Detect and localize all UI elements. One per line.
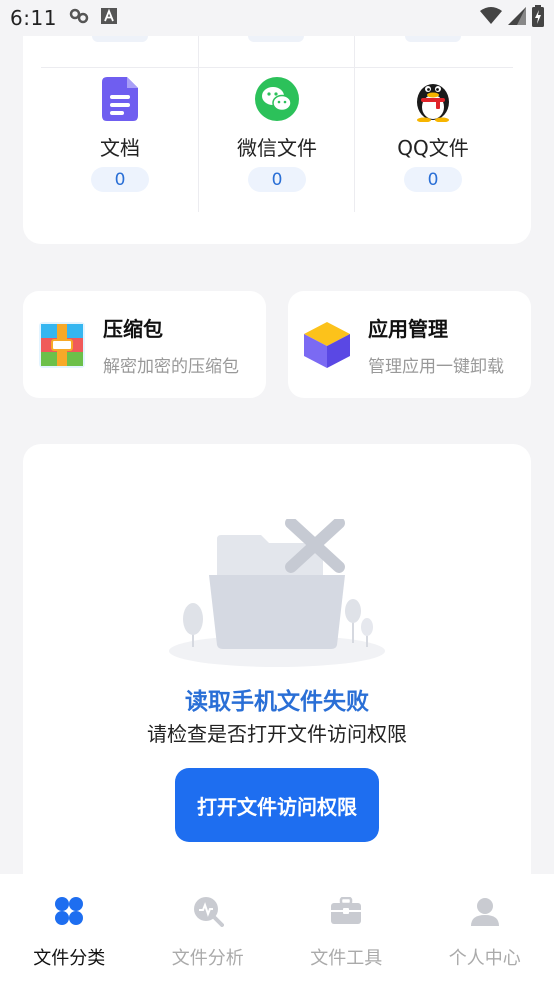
permission-panel: 读取手机文件失败 请检查是否打开文件访问权限 打开文件访问权限 (23, 444, 531, 884)
count-pill-partial (405, 36, 461, 42)
category-label: 微信文件 (237, 136, 317, 160)
category-icon (52, 894, 86, 928)
tab-file-tools[interactable]: 文件工具 (277, 874, 416, 984)
qq-icon (410, 76, 456, 122)
tab-file-analysis[interactable]: 文件分析 (139, 874, 278, 984)
feature-title: 应用管理 (368, 316, 448, 341)
feature-subtitle: 解密加密的压缩包 (103, 356, 239, 377)
wifi-icon (480, 6, 502, 30)
font-status-icon (100, 8, 117, 28)
document-icon (97, 76, 143, 122)
category-wechat-files[interactable]: 微信文件 0 (199, 76, 355, 226)
user-icon (468, 894, 502, 928)
empty-folder-illustration (169, 517, 385, 669)
tab-label: 文件分析 (171, 948, 244, 969)
permission-error-title: 读取手机文件失败 (185, 689, 369, 715)
status-time: 6:11 (10, 6, 57, 30)
archive-icon (37, 320, 87, 370)
tab-file-category[interactable]: 文件分类 (0, 874, 139, 984)
category-label: 文档 (100, 136, 140, 160)
category-documents[interactable]: 文档 0 (42, 76, 198, 226)
divider (41, 67, 513, 68)
tab-profile[interactable]: 个人中心 (416, 874, 554, 984)
analysis-icon (191, 894, 225, 928)
category-count: 0 (91, 167, 149, 192)
category-label: QQ文件 (397, 136, 469, 160)
app-manager-card[interactable]: 应用管理 管理应用一键卸载 (288, 291, 531, 398)
settings-gear-status-icon (69, 8, 89, 28)
file-category-card: 文档 0 微信文件 0 QQ文件 0 (23, 36, 531, 244)
count-pill-partial (92, 36, 148, 42)
bottom-navigation: 文件分类 文件分析 文件工具 个人中心 (0, 874, 554, 984)
open-file-permission-button[interactable]: 打开文件访问权限 (175, 768, 379, 842)
permission-error-subtitle: 请检查是否打开文件访问权限 (147, 722, 407, 746)
cell-signal-icon (508, 6, 526, 30)
wechat-icon (254, 76, 300, 122)
feature-subtitle: 管理应用一键卸载 (368, 356, 504, 377)
battery-charging-icon (532, 4, 544, 32)
status-bar: 6:11 (0, 0, 554, 36)
archive-tool-card[interactable]: 压缩包 解密加密的压缩包 (23, 291, 266, 398)
tab-label: 文件分类 (33, 948, 106, 969)
tab-label: 个人中心 (448, 948, 521, 969)
toolbox-icon (329, 894, 363, 928)
tab-label: 文件工具 (310, 948, 383, 969)
feature-title: 压缩包 (103, 316, 163, 341)
count-pill-partial (248, 36, 304, 42)
category-qq-files[interactable]: QQ文件 0 (355, 76, 511, 226)
category-count: 0 (404, 167, 462, 192)
status-right (480, 4, 544, 32)
app-box-icon (302, 320, 352, 370)
category-count: 0 (248, 167, 306, 192)
